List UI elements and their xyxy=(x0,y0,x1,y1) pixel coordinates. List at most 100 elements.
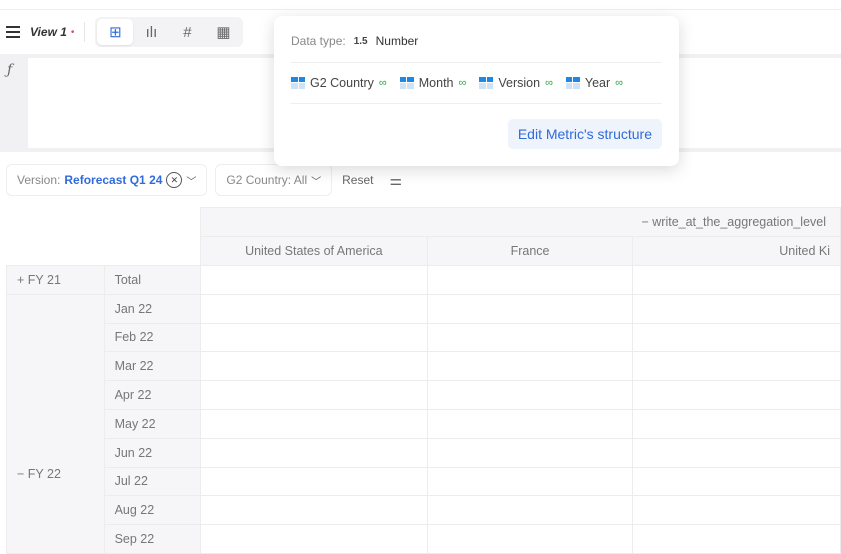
grid-cell[interactable] xyxy=(199,408,428,439)
chart-icon[interactable]: ılı xyxy=(133,19,169,45)
dimension-item[interactable]: G2 Country ∞ xyxy=(291,76,387,90)
data-type-label: Data type: xyxy=(291,34,346,48)
grid-cell[interactable] xyxy=(199,466,428,497)
edit-structure-button[interactable]: Edit Metric's structure xyxy=(507,119,662,149)
link-icon: ∞ xyxy=(615,77,624,89)
dimension-label: Year xyxy=(584,76,611,90)
grid-cell[interactable] xyxy=(199,495,428,526)
hash-icon[interactable]: # xyxy=(169,19,205,45)
grid-cell[interactable] xyxy=(199,293,428,324)
table-row: Apr 22 xyxy=(7,380,841,410)
table-row: Feb 22 xyxy=(7,322,841,353)
country-label: G2 Country: All xyxy=(226,173,308,187)
grid-cell[interactable] xyxy=(426,351,634,382)
table-row: Mar 22 xyxy=(7,351,841,382)
grid-cell[interactable] xyxy=(426,466,634,497)
column-header[interactable]: France xyxy=(426,236,634,266)
calculator-icon[interactable]: ▦ xyxy=(205,19,241,45)
table-row: May 22 xyxy=(7,408,841,439)
grid-cell[interactable] xyxy=(632,495,841,526)
grid-cell[interactable] xyxy=(632,322,841,353)
grid-cell[interactable] xyxy=(426,380,634,410)
row-header: May 22 xyxy=(103,408,201,439)
dimension-icon xyxy=(291,77,305,89)
grid-cell[interactable] xyxy=(632,408,841,439)
table-row: + FY 21 Total xyxy=(6,265,841,295)
row-header: Sep 22 xyxy=(103,524,201,554)
grid-cell[interactable] xyxy=(426,437,634,468)
link-icon: ∞ xyxy=(458,77,467,89)
dimension-icon xyxy=(479,77,494,89)
grid-cell[interactable] xyxy=(426,322,634,353)
grid-cell[interactable] xyxy=(632,293,841,324)
grid-cell[interactable] xyxy=(199,265,428,295)
grid-cell[interactable] xyxy=(426,293,634,324)
dimension-icon xyxy=(399,77,414,89)
table-row: − FY 22 Jan 22 xyxy=(6,293,841,554)
version-label: Version: xyxy=(17,173,61,187)
year-group-header[interactable]: − FY 22 xyxy=(6,293,105,554)
grid-cell[interactable] xyxy=(632,351,841,382)
filter-bar: Version: Reforecast Q1 24 ✕ ﹀ G2 Country… xyxy=(6,164,402,196)
chevron-down-icon: ﹀ xyxy=(311,176,322,188)
column-header[interactable]: United Ki xyxy=(632,236,841,266)
dimension-item[interactable]: Year ∞ xyxy=(565,76,624,90)
row-header: Mar 22 xyxy=(103,351,201,382)
top-strip xyxy=(0,0,841,10)
grid-cell[interactable] xyxy=(426,495,634,526)
grid-cell[interactable] xyxy=(199,322,428,353)
dimension-item[interactable]: Version ∞ xyxy=(479,76,553,90)
reset-button[interactable]: Reset xyxy=(342,173,373,187)
dimension-label: Version xyxy=(498,76,541,90)
data-grid: − write_at_the_aggregation_level United … xyxy=(6,207,841,554)
year-group-header[interactable]: + FY 21 xyxy=(6,265,105,295)
table-row: Aug 22 xyxy=(7,495,841,526)
grid-cell[interactable] xyxy=(632,466,841,497)
grid-cell[interactable] xyxy=(632,265,841,295)
version-filter[interactable]: Version: Reforecast Q1 24 ✕ ﹀ xyxy=(6,164,208,196)
table-row: Jun 22 xyxy=(7,437,841,468)
chevron-down-icon: ﹀ xyxy=(186,176,197,188)
row-header: Feb 22 xyxy=(103,322,201,353)
metric-info-popup: Data type: 1.5 Number G2 Country ∞ Month ∞ V… xyxy=(274,16,679,166)
grid-cell[interactable] xyxy=(199,380,428,410)
table-row: Jul 22 xyxy=(7,466,841,497)
grid-cell[interactable] xyxy=(632,524,841,554)
column-header[interactable]: United States of America xyxy=(199,236,428,266)
dimension-item[interactable]: Month ∞ xyxy=(399,76,467,90)
link-icon: ∞ xyxy=(545,77,553,89)
row-header: Jul 22 xyxy=(103,466,201,497)
country-filter[interactable]: G2 Country: All ﹀ xyxy=(215,164,333,196)
grid-cell[interactable] xyxy=(199,437,428,468)
grid-icon[interactable]: ⊞ xyxy=(97,19,134,45)
data-type-value: Number xyxy=(375,34,419,48)
view-type-tabs: ⊞ ılı # ▦ xyxy=(95,17,244,47)
number-type-icon: 1.5 xyxy=(353,35,368,47)
row-header: Aug 22 xyxy=(103,495,201,526)
row-header: Jan 22 xyxy=(103,293,201,324)
row-header: Total xyxy=(103,265,201,295)
view-name[interactable]: View 1 xyxy=(30,25,67,39)
unsaved-dot: • xyxy=(70,26,75,38)
row-header: Jun 22 xyxy=(103,437,201,468)
grid-cell[interactable] xyxy=(426,265,634,295)
grid-cell[interactable] xyxy=(199,524,428,554)
dimension-label: G2 Country xyxy=(310,76,374,90)
aggregation-header[interactable]: − write_at_the_aggregation_level xyxy=(199,207,841,237)
dimension-list: G2 Country ∞ Month ∞ Version ∞ Year ∞ xyxy=(291,63,662,103)
row-header: Apr 22 xyxy=(103,380,201,410)
grid-cell[interactable] xyxy=(199,351,428,382)
grid-cell[interactable] xyxy=(426,524,634,554)
function-icon: ƒ xyxy=(7,62,13,78)
link-icon: ∞ xyxy=(378,77,387,89)
grid-cell[interactable] xyxy=(426,408,634,439)
grid-cell[interactable] xyxy=(632,380,841,410)
menu-icon[interactable] xyxy=(6,26,20,38)
sliders-icon[interactable]: ⚌ xyxy=(389,172,402,189)
dimension-label: Month xyxy=(418,76,454,90)
grid-cell[interactable] xyxy=(632,437,841,468)
dimension-icon xyxy=(565,77,580,89)
table-row: Sep 22 xyxy=(7,524,841,554)
clear-icon[interactable]: ✕ xyxy=(166,172,183,188)
divider xyxy=(84,22,86,42)
